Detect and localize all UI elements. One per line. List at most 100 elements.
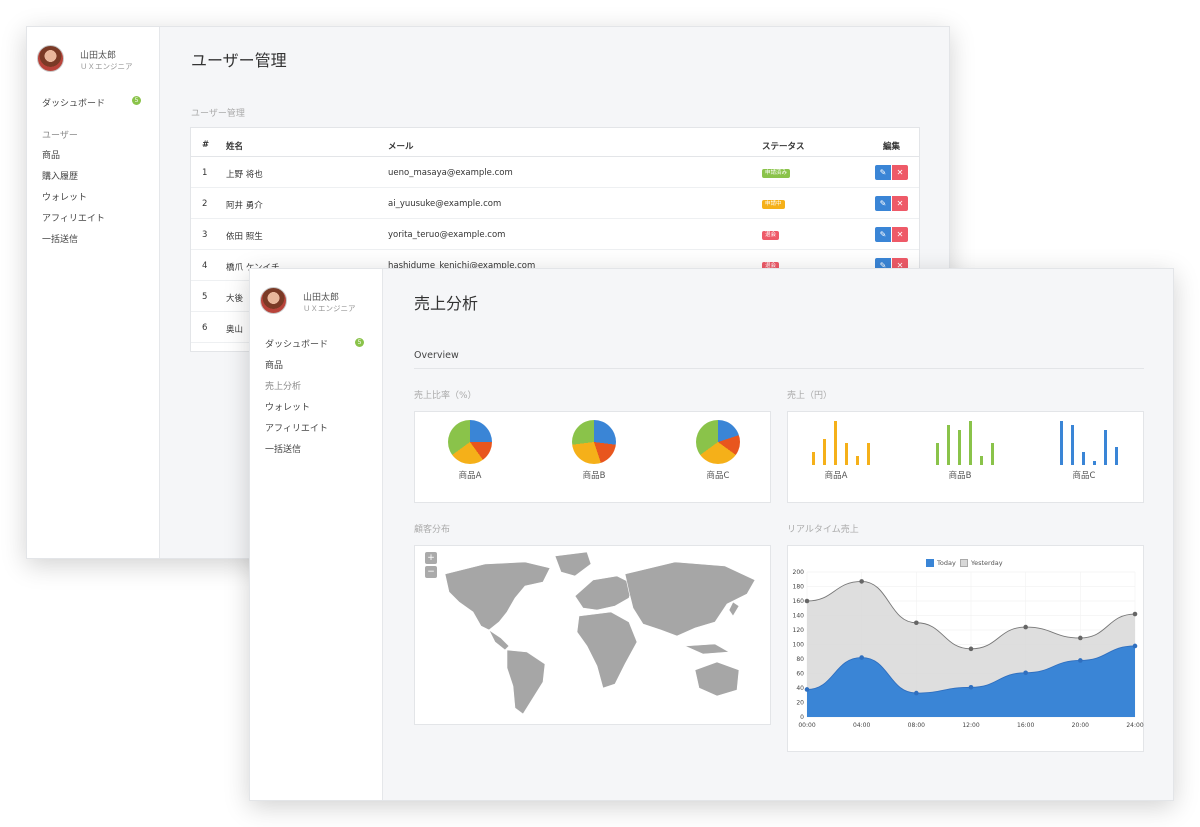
user-name: 奥山 (226, 325, 244, 335)
bar (969, 421, 972, 465)
map-africa (576, 611, 638, 689)
pencil-icon[interactable]: ✎ (875, 227, 891, 242)
data-point (804, 598, 810, 604)
y-tick-label: 160 (793, 598, 805, 605)
sidebar-item-wallet[interactable]: ウォレット (42, 190, 87, 203)
pencil-icon[interactable]: ✎ (875, 165, 891, 180)
data-point (968, 646, 974, 652)
user-profile[interactable]: 山田太郎 ＵＸエンジニア (37, 45, 157, 75)
map-asia (624, 561, 756, 637)
close-icon[interactable]: ✕ (892, 196, 908, 211)
sidebar-item-dashboard[interactable]: ダッシュボード (42, 96, 105, 109)
bar (856, 456, 859, 465)
realtime-area-chart: 0 20 40 60 80 100 120 140 160 180 200 00:00 04:00 08:… (793, 569, 1144, 729)
map-greenland (554, 551, 592, 577)
x-tick-label: 08:00 (908, 722, 925, 729)
bar (1060, 421, 1063, 465)
x-tick-label: 16:00 (1017, 722, 1034, 729)
sidebar-item-sales-analysis[interactable]: 売上分析 (265, 379, 301, 392)
pie-chart-card: 商品A 商品B 商品C (414, 411, 771, 503)
bar (845, 443, 848, 465)
col-header-number: # (202, 140, 210, 150)
col-header-status: ステータス (762, 142, 805, 152)
product-label: 商品C (706, 471, 730, 481)
row-number: 3 (202, 230, 208, 240)
close-icon[interactable]: ✕ (892, 165, 908, 180)
data-point (1078, 635, 1083, 641)
sidebar-item-products[interactable]: 商品 (265, 358, 283, 371)
y-tick-label: 200 (793, 569, 805, 576)
user-profile[interactable]: 山田太郎 ＵＸエンジニア (260, 287, 380, 317)
avatar (37, 45, 64, 72)
user-name: 依田 照生 (226, 232, 263, 242)
user-email: yorita_teruo@example.com (388, 230, 506, 240)
bar (1104, 429, 1107, 465)
map-south-america (506, 649, 546, 715)
sidebar: 山田太郎 ＵＸエンジニア ダッシュボード 5 ユーザー 商品 購入履歴 ウォレッ… (27, 27, 160, 558)
map-japan (728, 601, 740, 617)
sidebar-item-bulk-send[interactable]: 一括送信 (265, 442, 301, 455)
row-number: 2 (202, 199, 208, 209)
overview-divider (414, 368, 1144, 369)
y-tick-label: 20 (796, 700, 804, 707)
row-number: 4 (202, 261, 208, 271)
data-point (1023, 624, 1028, 630)
map-section-title: 顧客分布 (414, 525, 451, 535)
bar (834, 421, 837, 465)
profile-name: 山田太郎 (80, 51, 117, 61)
page-title: ユーザー管理 (191, 51, 287, 70)
section-title: ユーザー管理 (191, 109, 245, 119)
map-australia (694, 661, 740, 697)
sidebar-section-users[interactable]: ユーザー (42, 128, 78, 141)
world-map-card[interactable]: + − (414, 545, 771, 725)
sidebar-item-products[interactable]: 商品 (42, 148, 60, 161)
table-row: 2 阿井 勇介 ai_yuusuke@example.com 申請中 ✎ ✕ (191, 188, 919, 219)
close-icon[interactable]: ✕ (892, 227, 908, 242)
bar (1093, 460, 1096, 465)
pie-chart-1 (448, 420, 492, 464)
sidebar-item-wallet[interactable]: ウォレット (265, 400, 310, 413)
y-tick-label: 120 (793, 627, 805, 634)
bar (936, 443, 939, 465)
world-map[interactable] (415, 546, 772, 726)
pie-section-title: 売上比率（%） (414, 391, 477, 401)
bar-chart-3 (1060, 421, 1124, 465)
status-badge: 申請済み (762, 169, 791, 178)
data-point (1023, 670, 1028, 676)
data-point (804, 687, 810, 692)
y-tick-label: 100 (793, 642, 805, 649)
sidebar-item-affiliate[interactable]: アフィリエイト (42, 211, 105, 224)
bar (1115, 447, 1118, 465)
bar-chart-1 (812, 421, 876, 465)
x-tick-label: 04:00 (853, 722, 870, 729)
product-label: 商品C (1072, 471, 1096, 481)
sidebar: 山田太郎 ＵＸエンジニア ダッシュボード 5 商品 売上分析 ウォレット アフィ… (250, 269, 383, 800)
bar (991, 443, 994, 465)
overview-title: Overview (414, 350, 459, 361)
sidebar-item-purchase-history[interactable]: 購入履歴 (42, 169, 78, 182)
bar (1082, 451, 1085, 465)
map-central-america (488, 629, 510, 651)
data-point (914, 620, 919, 626)
y-tick-label: 0 (800, 714, 804, 721)
sidebar-item-bulk-send[interactable]: 一括送信 (42, 232, 78, 245)
bar (947, 425, 950, 465)
user-email: ueno_masaya@example.com (388, 168, 513, 178)
y-tick-label: 140 (793, 613, 805, 620)
y-tick-label: 180 (793, 584, 805, 591)
status-badge: 申請中 (762, 200, 785, 209)
map-europe (574, 575, 634, 611)
bar (1071, 425, 1074, 465)
y-tick-label: 60 (796, 671, 804, 678)
bar-chart-card: 商品A 商品B 商品C (787, 411, 1144, 503)
row-number: 5 (202, 292, 208, 302)
sidebar-item-dashboard[interactable]: ダッシュボード (265, 337, 328, 350)
x-tick-label: 20:00 (1072, 722, 1089, 729)
profile-role: ＵＸエンジニア (303, 304, 356, 313)
pencil-icon[interactable]: ✎ (875, 196, 891, 211)
notification-badge: 5 (355, 338, 364, 347)
data-point (1078, 658, 1083, 663)
bar (812, 451, 815, 465)
sidebar-item-affiliate[interactable]: アフィリエイト (265, 421, 328, 434)
avatar (260, 287, 287, 314)
